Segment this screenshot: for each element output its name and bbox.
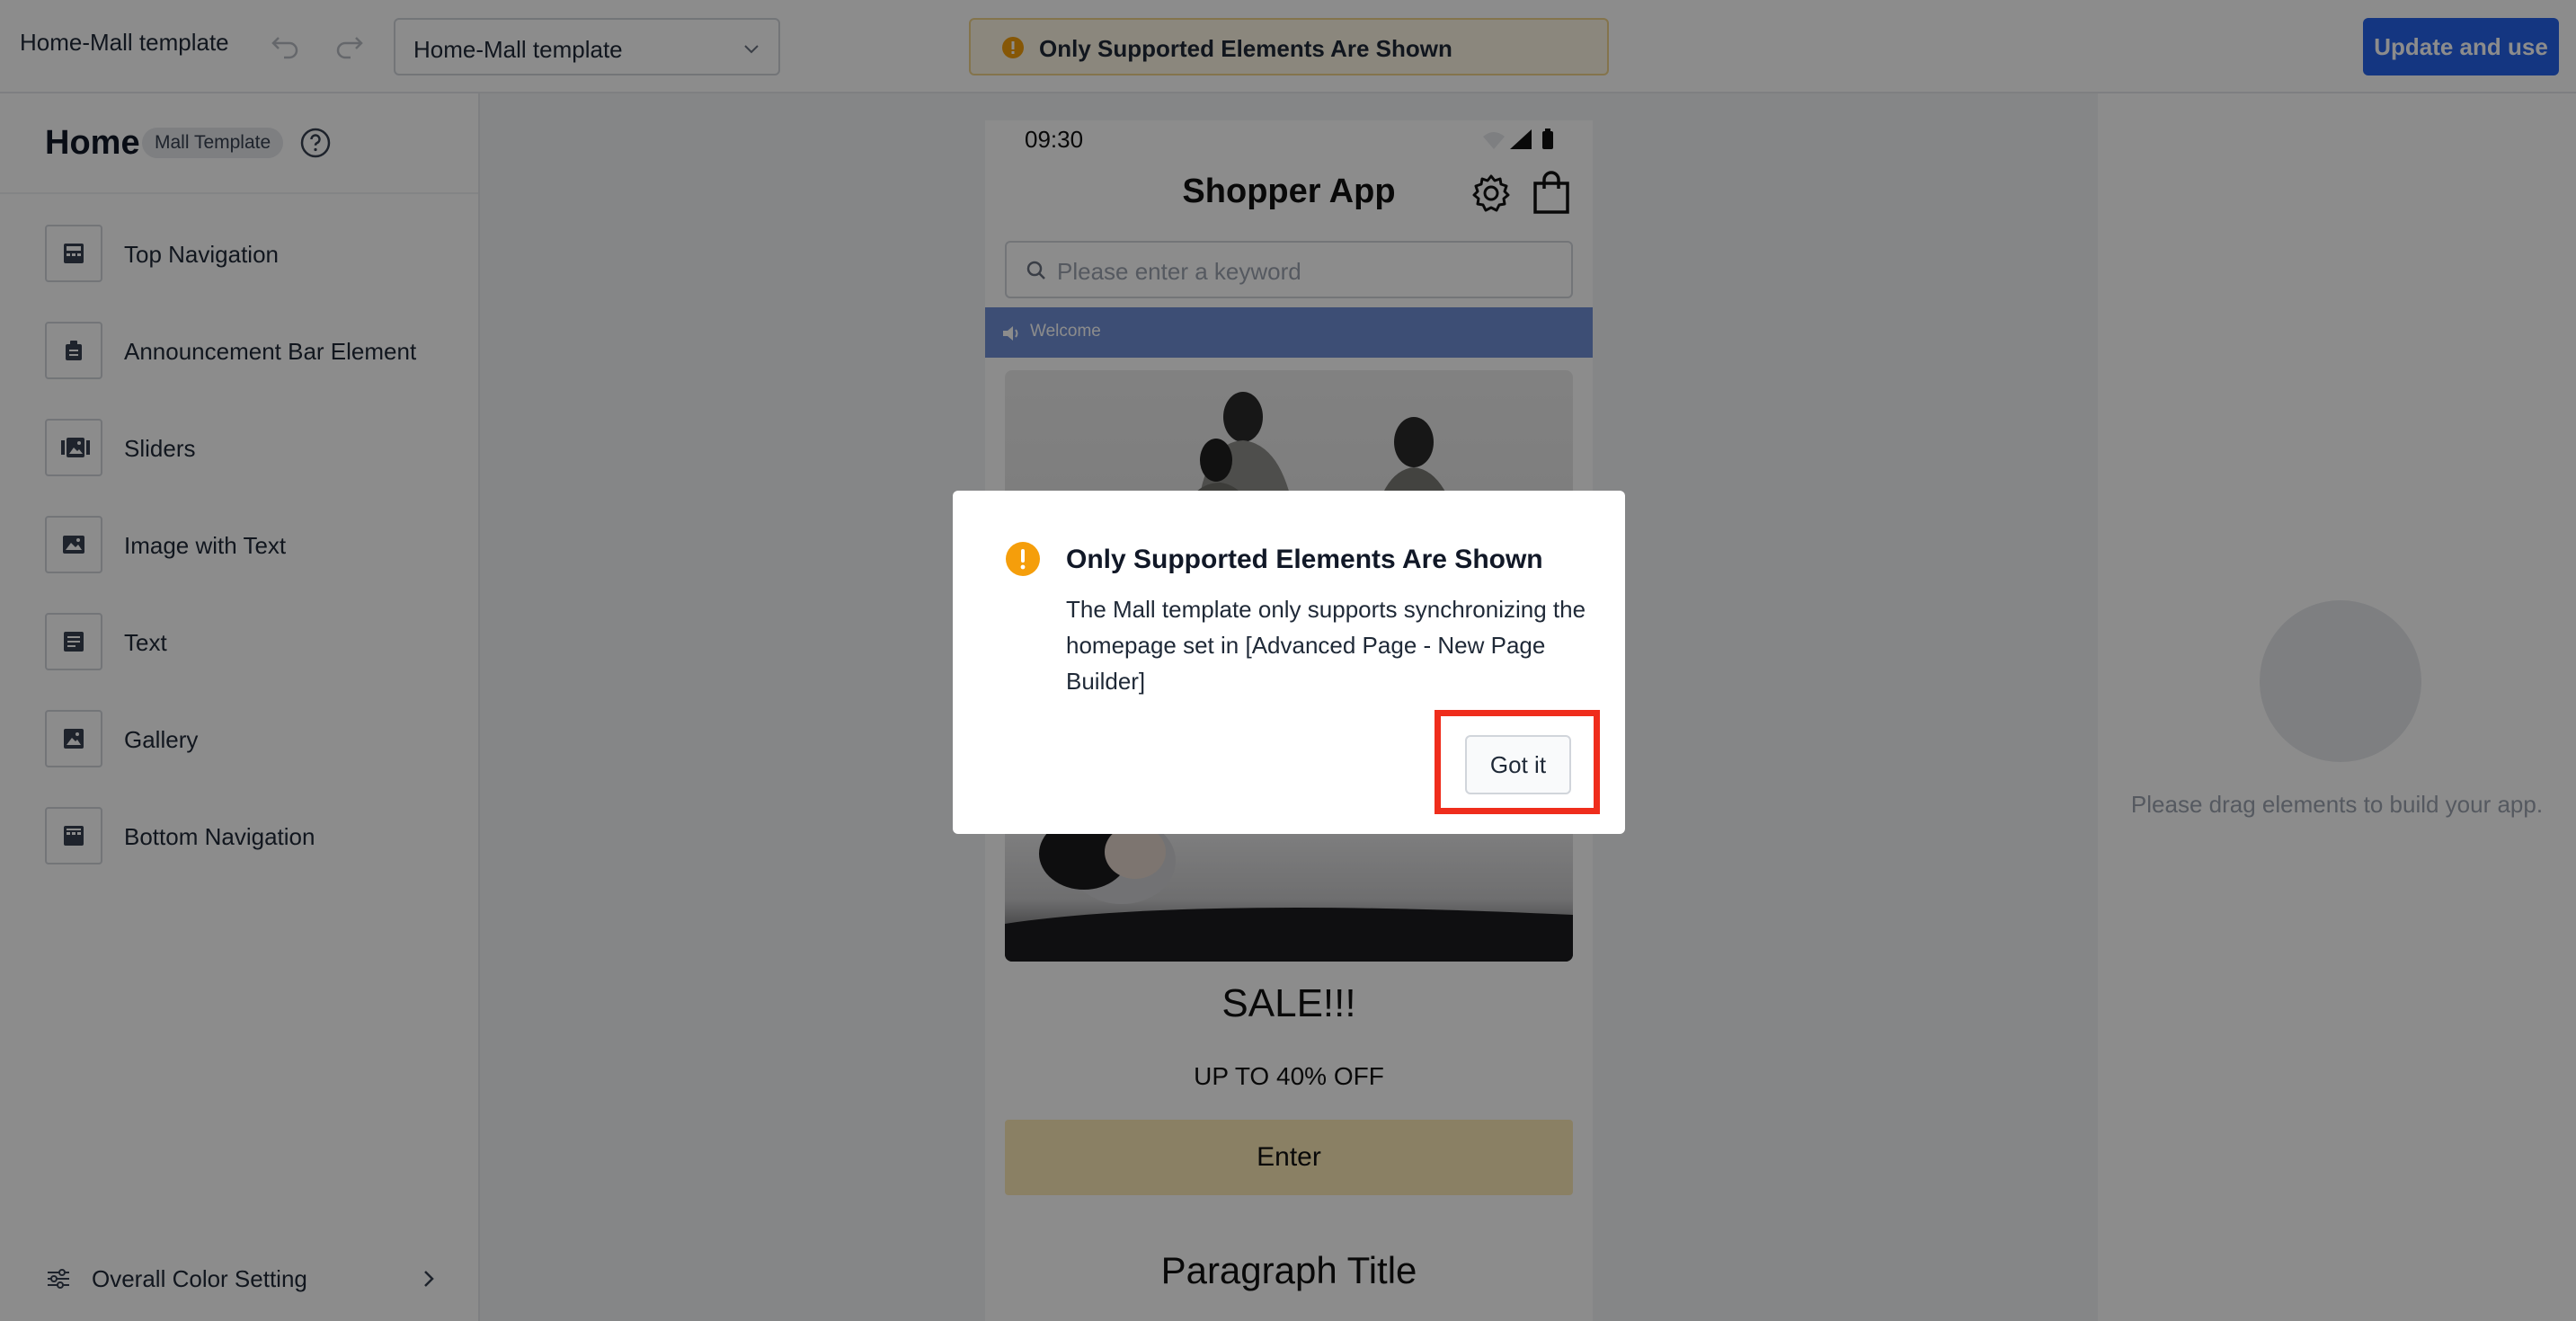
dialog-title: Only Supported Elements Are Shown [1066,545,1543,574]
warning-icon [1006,542,1040,576]
dialog-message: The Mall template only supports synchron… [1066,596,1586,695]
highlight-box [1435,710,1600,814]
